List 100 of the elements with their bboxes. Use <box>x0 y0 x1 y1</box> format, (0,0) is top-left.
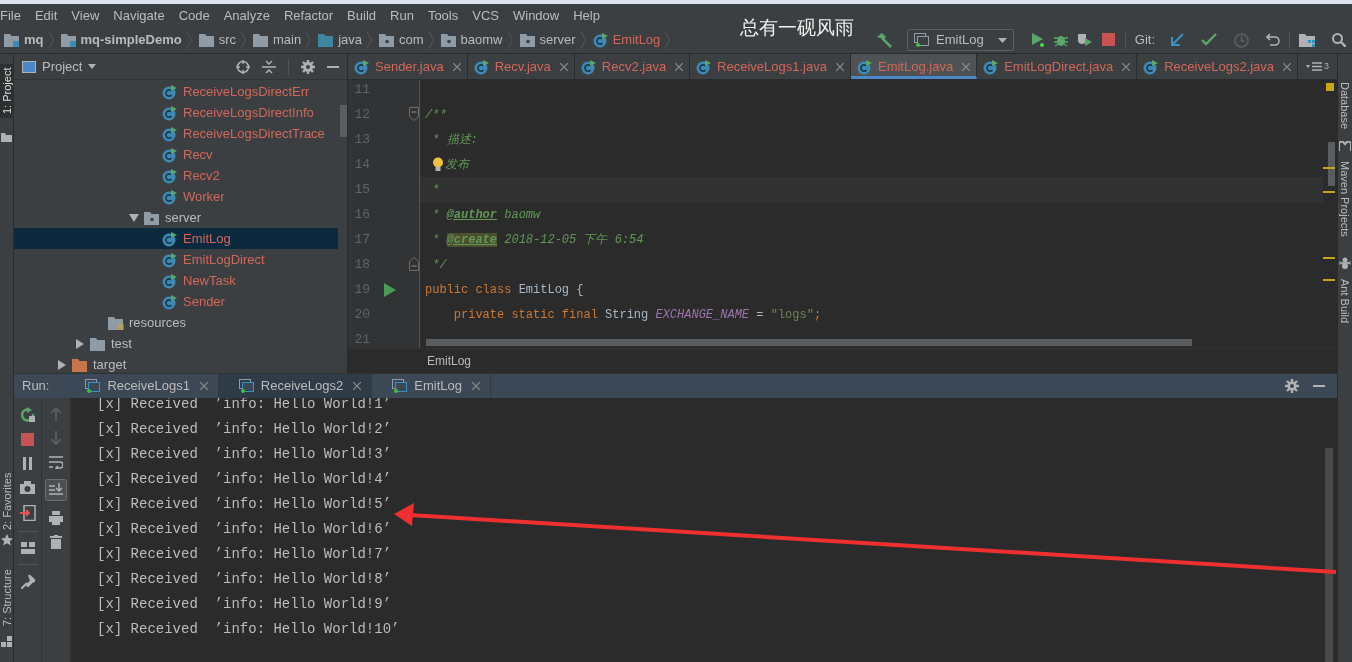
menu-item[interactable]: Refactor <box>283 5 334 26</box>
locate-icon[interactable] <box>236 59 250 74</box>
tree-row[interactable]: Worker <box>14 186 338 207</box>
scrollbar-thumb[interactable] <box>340 105 347 137</box>
minimize-icon[interactable] <box>327 65 339 68</box>
editor-tab[interactable]: Recv.java <box>467 54 575 79</box>
breadcrumb-item[interactable]: com <box>399 30 424 50</box>
tree-item[interactable]: ReceiveLogsDirectErr <box>183 81 310 102</box>
scroll-to-end-icon[interactable] <box>45 479 67 501</box>
menu-item[interactable]: Help <box>573 5 600 26</box>
tree-row[interactable]: target <box>14 354 338 373</box>
menu-item[interactable]: View <box>71 5 100 26</box>
coverage-icon[interactable] <box>1076 33 1093 47</box>
tree-row[interactable]: ReceiveLogsDirectInfo <box>14 102 338 123</box>
close-icon[interactable] <box>353 382 362 390</box>
horizontal-scrollbar[interactable] <box>426 339 1192 346</box>
tree-item[interactable]: Recv <box>183 144 213 165</box>
settings-icon[interactable] <box>1285 379 1299 393</box>
scrollbar-thumb[interactable] <box>1328 142 1335 186</box>
tree-item[interactable]: NewTask <box>183 270 236 291</box>
close-icon[interactable] <box>675 62 684 71</box>
close-icon[interactable] <box>559 62 568 71</box>
menu-item[interactable]: Run <box>390 5 414 26</box>
tree-row[interactable]: ReceiveLogsDirectErr <box>14 81 338 102</box>
tree-item[interactable]: server <box>165 207 202 228</box>
scrollbar-thumb[interactable] <box>1325 448 1333 662</box>
breadcrumb-item[interactable]: EmitLog <box>612 30 661 50</box>
bug-icon[interactable] <box>1053 33 1068 47</box>
tree-item[interactable]: ReceiveLogsDirectInfo <box>183 102 314 123</box>
collapse-arrow-icon[interactable] <box>75 338 84 349</box>
fold-icon[interactable] <box>409 257 419 271</box>
menu-item[interactable]: Build <box>347 5 376 26</box>
settings-icon[interactable] <box>301 59 315 74</box>
close-icon[interactable] <box>835 62 844 71</box>
exit-icon[interactable] <box>19 505 36 521</box>
breadcrumb-item[interactable]: main <box>273 30 302 50</box>
tool-window-tab[interactable]: Ant Build <box>1338 278 1352 323</box>
expand-arrow-icon[interactable] <box>128 213 139 222</box>
editor-tab[interactable]: ReceiveLogs2.java <box>1137 54 1299 79</box>
lightbulb-icon[interactable] <box>432 157 444 172</box>
breadcrumb-item[interactable]: mq <box>24 30 44 50</box>
project-structure-icon[interactable] <box>1299 33 1317 47</box>
run-config-dropdown[interactable]: EmitLog <box>907 29 1014 51</box>
tool-window-tab[interactable]: 1: Project <box>0 63 14 118</box>
collapse-icon[interactable] <box>262 59 276 74</box>
fold-icon[interactable] <box>409 107 419 121</box>
close-icon[interactable] <box>1283 62 1292 71</box>
print-icon[interactable] <box>49 511 63 525</box>
pause-icon[interactable] <box>21 457 34 471</box>
close-icon[interactable] <box>962 62 971 71</box>
tree-item[interactable]: target <box>93 354 127 373</box>
stop-icon[interactable] <box>20 433 35 447</box>
editor-tab[interactable]: Recv2.java <box>574 54 691 79</box>
menu-item[interactable]: Window <box>512 5 560 26</box>
tab-overflow[interactable]: 3 <box>1306 54 1337 79</box>
tree-row[interactable]: EmitLogDirect <box>14 249 338 270</box>
tool-window-tab[interactable]: 2: Favorites <box>0 468 14 534</box>
tree-row[interactable]: EmitLog <box>14 228 338 249</box>
undo-icon[interactable] <box>1266 33 1280 47</box>
menu-item[interactable]: VCS <box>472 5 499 26</box>
breadcrumb-item[interactable]: baomw <box>460 30 503 50</box>
tree-item[interactable]: Recv2 <box>183 165 220 186</box>
caret-icon[interactable] <box>88 64 97 69</box>
breadcrumb-item[interactable]: server <box>539 30 576 50</box>
run-tab[interactable]: ReceiveLogs2 <box>218 374 373 398</box>
run-gutter-icon[interactable] <box>384 282 396 297</box>
search-icon[interactable] <box>1332 33 1346 47</box>
tree-row[interactable]: NewTask <box>14 270 338 291</box>
tree-row[interactable]: Recv2 <box>14 165 338 186</box>
tree-row[interactable]: ReceiveLogsDirectTrace <box>14 123 338 144</box>
tool-window-tab[interactable]: Database <box>1338 82 1352 130</box>
menu-item[interactable]: Edit <box>34 5 58 26</box>
menu-item[interactable]: File <box>0 5 21 26</box>
breadcrumb-item[interactable]: EmitLog <box>427 352 472 370</box>
tree-item[interactable]: EmitLogDirect <box>183 249 265 270</box>
run-icon[interactable] <box>1030 33 1045 47</box>
project-dropdown[interactable]: Project <box>42 56 83 77</box>
tree-item[interactable]: Worker <box>183 186 225 207</box>
close-icon[interactable] <box>452 62 461 71</box>
stop-icon[interactable] <box>1101 33 1116 47</box>
close-icon[interactable] <box>471 382 480 390</box>
soft-wrap-icon[interactable] <box>49 455 63 469</box>
rerun-icon[interactable] <box>19 407 36 423</box>
layout-icon[interactable] <box>20 542 35 554</box>
breadcrumb-item[interactable]: mq-simpleDemo <box>80 30 182 50</box>
camera-icon[interactable] <box>19 481 36 495</box>
pin-icon[interactable] <box>20 575 35 589</box>
tree-row[interactable]: Sender <box>14 291 338 312</box>
tool-window-tab[interactable]: Maven Projects <box>1338 161 1352 237</box>
breadcrumb-item[interactable]: src <box>218 30 236 50</box>
menu-item[interactable]: Navigate <box>113 5 165 26</box>
checkmark-icon[interactable] <box>1201 33 1217 47</box>
editor-tab[interactable]: EmitLogDirect.java <box>977 54 1138 79</box>
editor-tab[interactable]: Sender.java <box>348 54 468 79</box>
update-arrow-icon[interactable] <box>1170 33 1184 47</box>
close-icon[interactable] <box>1122 62 1131 71</box>
menu-item[interactable]: Analyze <box>223 5 270 26</box>
menu-item[interactable]: Code <box>178 5 210 26</box>
trash-icon[interactable] <box>50 535 62 549</box>
tree-item[interactable]: resources <box>129 312 187 333</box>
